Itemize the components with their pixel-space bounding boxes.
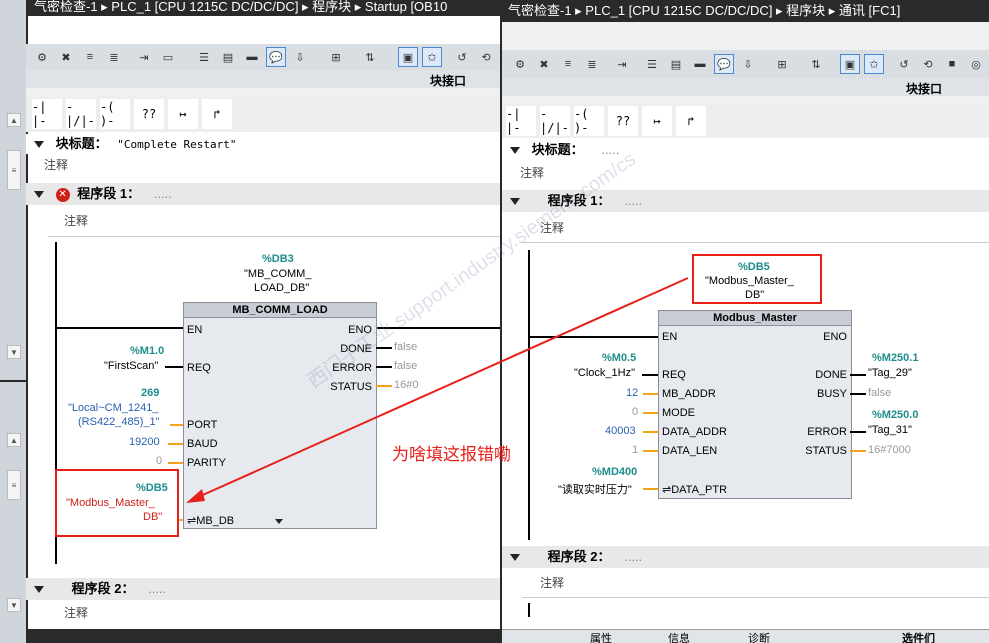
annotation-arrowhead [186, 489, 205, 503]
annotation-arrow-line [195, 277, 689, 499]
annotation-arrow [186, 277, 689, 503]
annotation-text: 为啥填这报错嘞 [392, 445, 511, 464]
